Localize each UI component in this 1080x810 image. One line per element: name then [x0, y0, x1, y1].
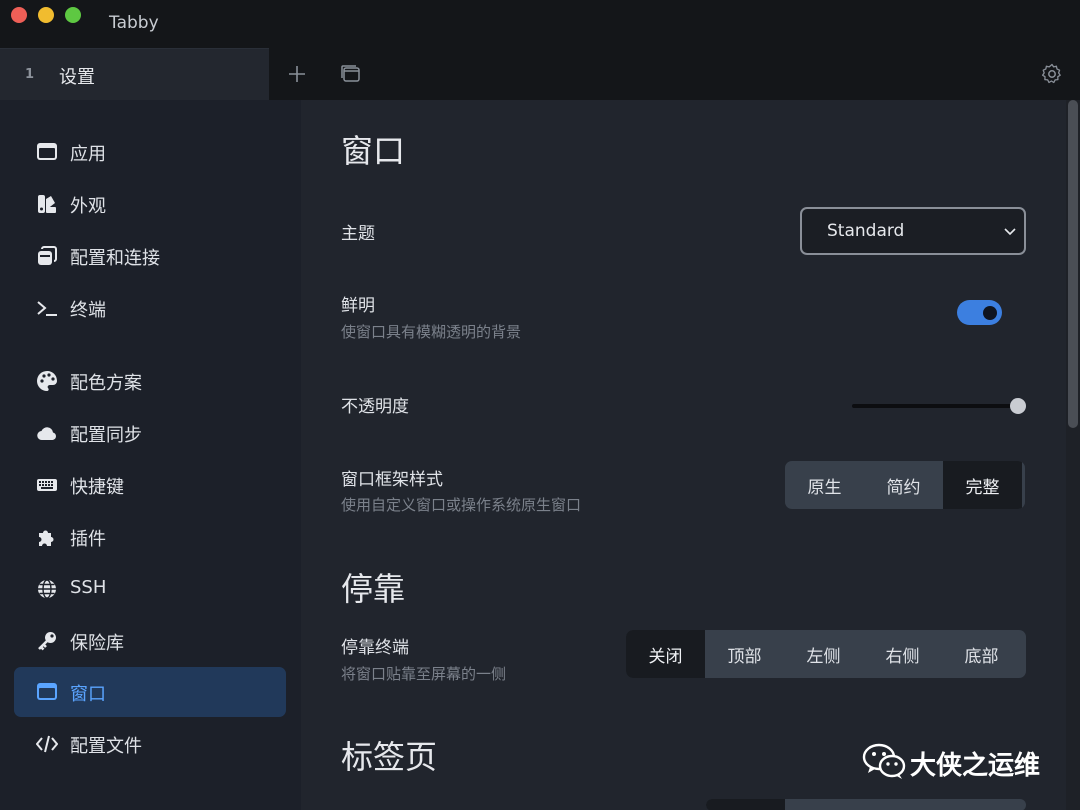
- sidebar-item-label: 终端: [70, 300, 106, 321]
- opacity-slider-track[interactable]: [852, 404, 1018, 408]
- globe-icon: [38, 579, 56, 599]
- sidebar-item-appearance[interactable]: 外观: [14, 179, 286, 229]
- maximize-window-button[interactable]: [65, 7, 81, 23]
- sidebar-item-window[interactable]: 窗口: [14, 667, 286, 717]
- title-bar: Tabby: [0, 0, 1080, 48]
- sidebar-item-hotkeys[interactable]: 快捷键: [14, 460, 286, 510]
- tabs-option[interactable]: [943, 799, 1022, 810]
- tabs-option[interactable]: [706, 799, 785, 810]
- tabs-segmented-control-partial: [706, 799, 1026, 810]
- watermark-text: 大侠之运维: [910, 751, 1041, 781]
- tab-number: 1: [25, 67, 35, 82]
- tab-bar: 1 设置: [0, 48, 1080, 100]
- minimize-window-button[interactable]: [38, 7, 54, 23]
- tab-settings[interactable]: 1 设置: [0, 48, 269, 100]
- sidebar-item-config-sync[interactable]: 配置同步: [14, 408, 286, 458]
- gear-icon[interactable]: [1040, 62, 1064, 86]
- dock-segmented-control: 关闭 顶部 左侧 右侧 底部: [626, 630, 1026, 678]
- sidebar-item-label: 配置和连接: [70, 248, 160, 269]
- window-icon: [37, 683, 57, 700]
- content-scrollbar[interactable]: [1066, 100, 1080, 810]
- sidebar-item-label: 配置同步: [70, 425, 142, 446]
- sidebar-item-label: 配置文件: [70, 736, 142, 757]
- sidebar-item-terminal[interactable]: 终端: [14, 283, 286, 333]
- terminal-icon: [37, 301, 57, 316]
- opacity-label: 不透明度: [341, 397, 409, 417]
- swatches-icon: [38, 195, 56, 213]
- opacity-slider-thumb[interactable]: [1010, 398, 1026, 414]
- sidebar-item-vault[interactable]: 保险库: [14, 616, 286, 666]
- settings-content: 窗口 主题 Standard 鲜明 使窗口具有模糊透明的背景 不透明度 窗口框架…: [301, 100, 1066, 810]
- section-title-dock: 停靠: [341, 570, 406, 608]
- vibrancy-description: 使窗口具有模糊透明的背景: [341, 323, 522, 341]
- sidebar-item-config-file[interactable]: 配置文件: [14, 719, 286, 769]
- dock-option-right[interactable]: 右侧: [863, 630, 942, 678]
- frame-option-full[interactable]: 完整: [943, 461, 1022, 509]
- sidebar-item-label: SSH: [70, 577, 107, 598]
- new-tab-plus-icon[interactable]: [285, 62, 309, 86]
- sidebar-item-label: 快捷键: [70, 477, 124, 498]
- sidebar-item-profiles[interactable]: 配置和连接: [14, 231, 286, 281]
- keyboard-icon: [37, 479, 57, 491]
- scrollbar-thumb[interactable]: [1068, 100, 1078, 428]
- cloud-icon: [37, 427, 56, 441]
- frame-style-segmented-control: 原生 简约 完整: [785, 461, 1025, 509]
- profiles-icon: [38, 246, 57, 265]
- close-window-button[interactable]: [11, 7, 27, 23]
- sidebar-item-application[interactable]: 应用: [14, 127, 286, 177]
- watermark: 大侠之运维: [862, 742, 1052, 782]
- tabs-option[interactable]: [864, 799, 943, 810]
- vibrancy-toggle[interactable]: [957, 300, 1002, 325]
- toggle-knob: [983, 306, 997, 320]
- profiles-window-icon[interactable]: [339, 62, 363, 86]
- tab-label: 设置: [59, 67, 95, 88]
- sidebar-item-label: 外观: [70, 196, 106, 217]
- sidebar-item-label: 应用: [70, 144, 106, 165]
- sidebar-item-color-scheme[interactable]: 配色方案: [14, 356, 286, 406]
- sidebar-item-ssh[interactable]: SSH: [14, 564, 286, 614]
- section-title-window: 窗口: [341, 132, 406, 170]
- sidebar-item-label: 配色方案: [70, 373, 142, 394]
- frame-option-minimal[interactable]: 简约: [864, 461, 943, 509]
- dock-option-off[interactable]: 关闭: [626, 630, 705, 678]
- sidebar-item-label: 保险库: [70, 633, 124, 654]
- frame-style-label: 窗口框架样式: [341, 470, 443, 490]
- dock-option-bottom[interactable]: 底部: [942, 630, 1021, 678]
- sidebar-item-label: 插件: [70, 529, 106, 550]
- frame-option-native[interactable]: 原生: [785, 461, 864, 509]
- palette-icon: [37, 371, 57, 391]
- key-icon: [38, 632, 56, 651]
- settings-sidebar: 应用 外观 配置和连接 终端 配色方案 配置同步 快捷键 插件 SSH 保险库 …: [0, 100, 301, 810]
- vibrancy-label: 鲜明: [341, 296, 375, 316]
- wechat-icon: [862, 743, 906, 779]
- theme-label: 主题: [341, 224, 375, 244]
- sidebar-item-label: 窗口: [70, 684, 106, 705]
- sidebar-item-plugins[interactable]: 插件: [14, 512, 286, 562]
- code-icon: [36, 735, 58, 753]
- app-title: Tabby: [109, 13, 159, 33]
- tabs-option[interactable]: [785, 799, 864, 810]
- frame-style-description: 使用自定义窗口或操作系统原生窗口: [341, 496, 582, 514]
- dock-description: 将窗口贴靠至屏幕的一侧: [341, 665, 507, 683]
- window-icon: [37, 143, 57, 160]
- theme-select-value: Standard: [827, 221, 905, 241]
- dock-label: 停靠终端: [341, 638, 409, 658]
- dock-option-top[interactable]: 顶部: [705, 630, 784, 678]
- theme-select[interactable]: Standard: [800, 207, 1026, 255]
- section-title-tabs: 标签页: [341, 738, 438, 776]
- dock-option-left[interactable]: 左侧: [784, 630, 863, 678]
- puzzle-icon: [39, 530, 54, 546]
- chevron-down-icon: [1004, 228, 1016, 236]
